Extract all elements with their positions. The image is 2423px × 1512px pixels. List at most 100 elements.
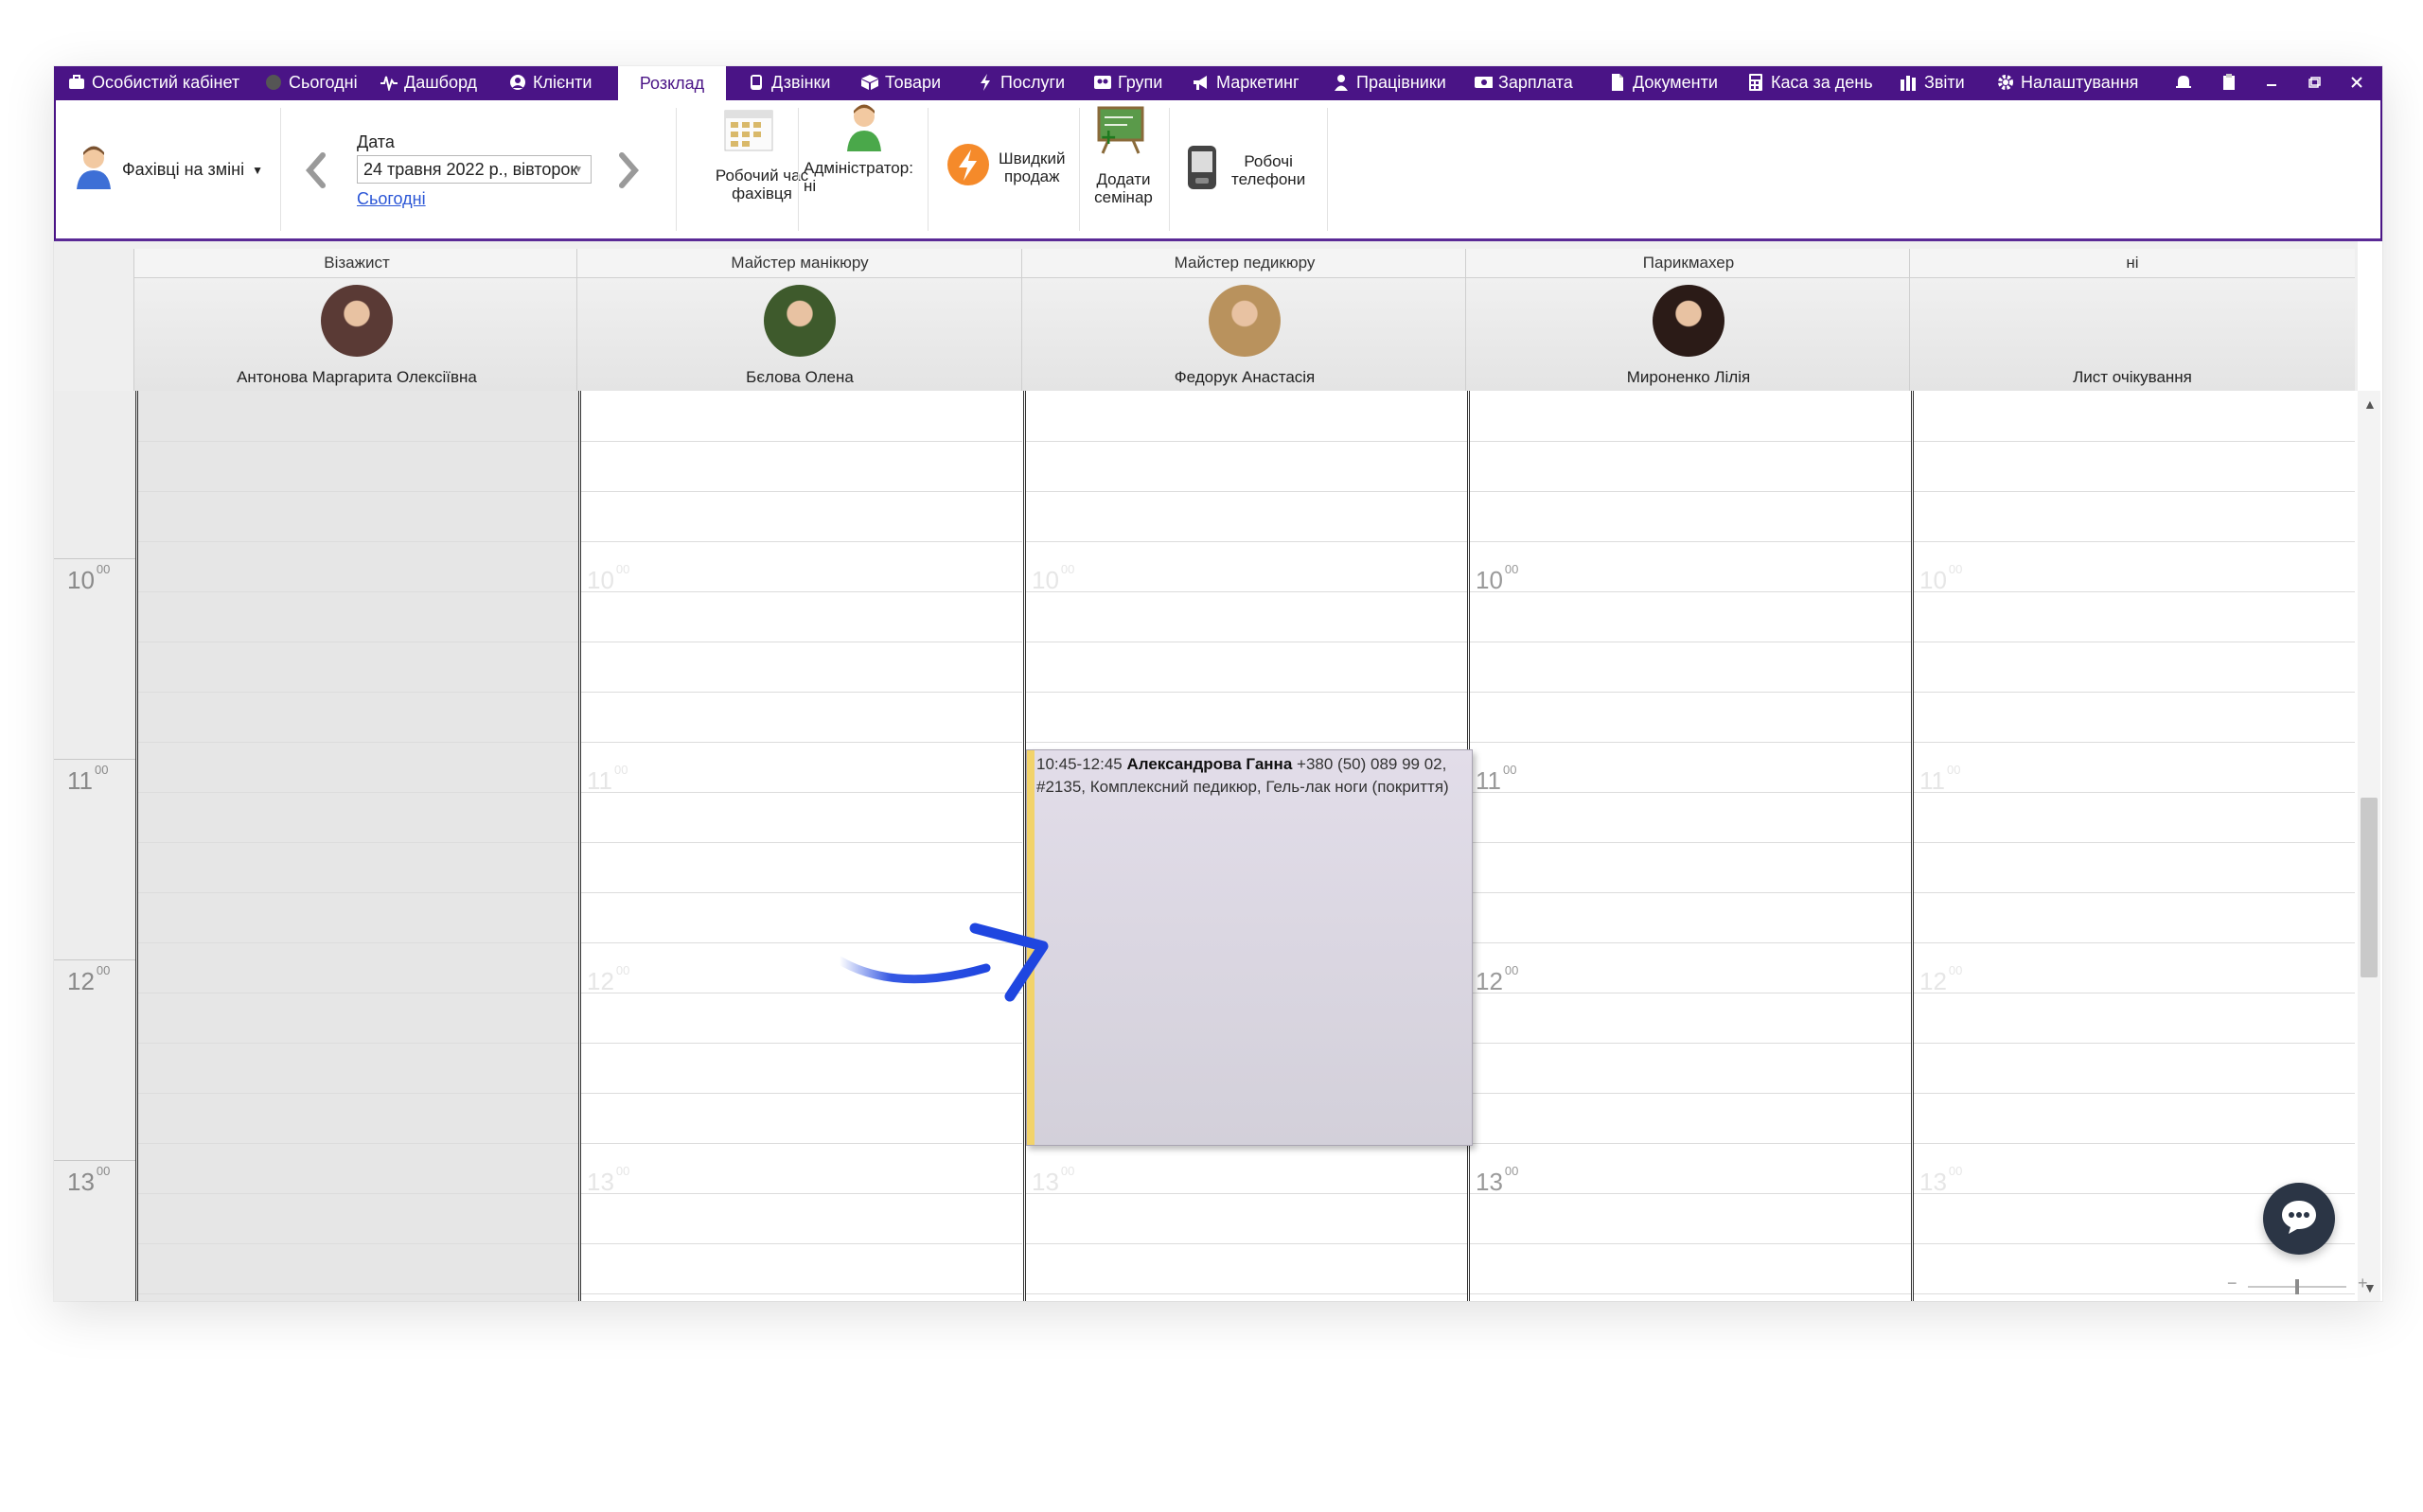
- hour-label: 13 00: [1919, 1164, 1963, 1196]
- menu-documents[interactable]: Документи: [1608, 66, 1718, 98]
- clipboard-icon[interactable]: [2215, 66, 2243, 98]
- staff-on-shift-label: Фахівці на зміні: [122, 160, 245, 179]
- staff-user-icon: [73, 144, 115, 196]
- staff-on-shift-dropdown[interactable]: Фахівці на зміні ▼: [73, 144, 263, 196]
- date-label: Дата: [357, 132, 395, 151]
- staff-role: ні: [1910, 249, 2355, 278]
- menu-label: Особистий кабінет: [92, 72, 240, 92]
- menu-dashboard[interactable]: Дашборд: [380, 66, 477, 98]
- appointment-time: 10:45-12:45: [1036, 755, 1123, 773]
- toolbar-ribbon: Фахівці на зміні ▼ Дата 24 травня 2022 р…: [54, 100, 2382, 241]
- zoom-thumb[interactable]: [2295, 1279, 2299, 1294]
- add-seminar-label: Додати: [1096, 170, 1151, 188]
- work-time-label: Робочий час: [715, 167, 809, 185]
- add-seminar-label-2: семінар: [1094, 188, 1153, 206]
- menu-today[interactable]: Сьогодні: [264, 66, 358, 98]
- menu-label: Дашборд: [404, 72, 478, 92]
- staff-column-header[interactable]: Майстер манікюру Бєлова Олена: [576, 249, 1022, 391]
- staff-name: Федорук Анастасія: [1174, 368, 1316, 386]
- menu-label: Сьогодні: [289, 72, 358, 92]
- staff-role: Майстер педикюру: [1022, 249, 1467, 278]
- appointment-card[interactable]: 10:45-12:45 Александрова Ганна +380 (50)…: [1026, 749, 1473, 1146]
- hour-label: 10 00: [1919, 562, 1963, 594]
- hour-label: 10 00: [1476, 562, 1519, 594]
- restore-icon[interactable]: [2300, 66, 2328, 98]
- phone-icon: [1186, 144, 1218, 196]
- staff-day-column[interactable]: 1000 1100 1200 1300: [1911, 391, 2355, 1301]
- quick-sale-button[interactable]: Швидкий продаж: [946, 142, 1065, 192]
- menu-clients[interactable]: Клієнти: [508, 66, 592, 98]
- seminar-board-icon: +: [1095, 104, 1148, 160]
- menu-personal-cabinet[interactable]: Особистий кабінет: [67, 66, 239, 98]
- time-axis-hour-label: 13 00: [67, 1164, 111, 1196]
- add-seminar-button[interactable]: + Додати семінар: [1086, 104, 1161, 218]
- hour-label: 1200: [1476, 963, 1519, 995]
- pulse-icon: [380, 73, 398, 92]
- hour-label: 1200: [144, 963, 187, 995]
- vertical-scrollbar[interactable]: ▲ ▼: [2358, 391, 2380, 1301]
- hour-label: 13 00: [587, 1164, 630, 1196]
- document-icon: [1608, 73, 1627, 92]
- staff-column-header[interactable]: Візажист Антонова Маргарита Олексіївна: [133, 249, 579, 391]
- minimize-icon[interactable]: [2257, 66, 2286, 98]
- menu-label: Групи: [1118, 72, 1163, 92]
- next-date-button[interactable]: [616, 151, 641, 194]
- work-phones-button[interactable]: Робочі телефони: [1186, 144, 1305, 196]
- bell-icon[interactable]: [2169, 66, 2198, 98]
- menu-label: Маркетинг: [1216, 72, 1300, 92]
- time-axis-hour-label: 12 00: [67, 963, 111, 995]
- staff-column-header[interactable]: ні Лист очікування: [1909, 249, 2355, 391]
- zoom-in-icon[interactable]: +: [2358, 1274, 2368, 1293]
- staff-name: Лист очікування: [2073, 368, 2192, 386]
- menu-groups[interactable]: Групи: [1093, 66, 1162, 98]
- staff-avatar: [321, 285, 393, 357]
- scroll-up-icon[interactable]: ▲: [2363, 396, 2377, 412]
- chat-button[interactable]: [2263, 1183, 2335, 1255]
- administrator-button[interactable]: Адміністратор: ні: [804, 102, 923, 216]
- menu-reports[interactable]: Звіти: [1900, 66, 1965, 98]
- hour-label: 1100: [1919, 763, 1961, 795]
- prev-date-button[interactable]: [304, 151, 328, 194]
- main-menu-bar: Особистий кабінет Сьогодні Дашборд Клієн…: [54, 66, 2382, 100]
- date-picker[interactable]: 24 травня 2022 р., вівторок ▼: [357, 155, 592, 184]
- staff-day-column[interactable]: 1000 1100 1200 1300: [135, 391, 579, 1301]
- close-icon[interactable]: [2343, 66, 2371, 98]
- time-axis-hour-label: 11 00: [67, 763, 109, 795]
- staff-role: Майстер манікюру: [577, 249, 1022, 278]
- scrollbar-thumb[interactable]: [2361, 798, 2378, 977]
- schedule-grid: 10 00 11 00 12 00 13 00 Візажист Антонова Маргар…: [54, 241, 2382, 1301]
- person-icon: [1332, 73, 1351, 92]
- menu-label: Товари: [885, 72, 942, 92]
- menu-label: Дзвінки: [771, 72, 831, 92]
- chevron-down-icon: ▼: [574, 164, 583, 175]
- appointment-text: 10:45-12:45 Александрова Ганна +380 (50)…: [1036, 753, 1464, 799]
- staff-day-column[interactable]: 1000 1100 1200 1300: [1467, 391, 1911, 1301]
- zoom-slider[interactable]: − +: [2227, 1274, 2369, 1296]
- menu-schedule[interactable]: Розклад: [618, 66, 726, 100]
- menu-salary[interactable]: Зарплата: [1474, 66, 1573, 98]
- admin-label: Адміністратор:: [804, 159, 913, 177]
- menu-cash-day[interactable]: Каса за день: [1746, 66, 1873, 98]
- menu-calls[interactable]: Дзвінки: [747, 66, 830, 98]
- time-axis-hour-label: 10 00: [67, 562, 111, 594]
- appointment-client: Александрова Ганна: [1126, 755, 1293, 773]
- chevron-down-icon: ▼: [252, 163, 263, 177]
- menu-label: Документи: [1633, 72, 1718, 92]
- briefcase-icon: [67, 73, 86, 92]
- work-time-label-2: фахівця: [732, 185, 792, 202]
- staff-day-column[interactable]: 1000 1100 1200 1300: [578, 391, 1022, 1301]
- staff-column-header[interactable]: Майстер педикюру Федорук Анастасія: [1021, 249, 1467, 391]
- menu-label: Звіти: [1924, 72, 1965, 92]
- today-link[interactable]: Сьогодні: [357, 189, 426, 209]
- menu-services[interactable]: Послуги: [976, 66, 1065, 98]
- menu-goods[interactable]: Товари: [860, 66, 941, 98]
- zoom-out-icon[interactable]: −: [2227, 1274, 2237, 1293]
- gear-icon: [1996, 73, 2015, 92]
- svg-text:+: +: [1100, 126, 1117, 149]
- menu-settings[interactable]: Налаштування: [1996, 66, 2138, 98]
- menu-marketing[interactable]: Маркетинг: [1192, 66, 1300, 98]
- menu-employees[interactable]: Працівники: [1332, 66, 1446, 98]
- staff-column-header[interactable]: Парикмахер Мироненко Лілія: [1465, 249, 1911, 391]
- staff-avatar: [1209, 285, 1281, 357]
- clock-icon: [264, 73, 283, 92]
